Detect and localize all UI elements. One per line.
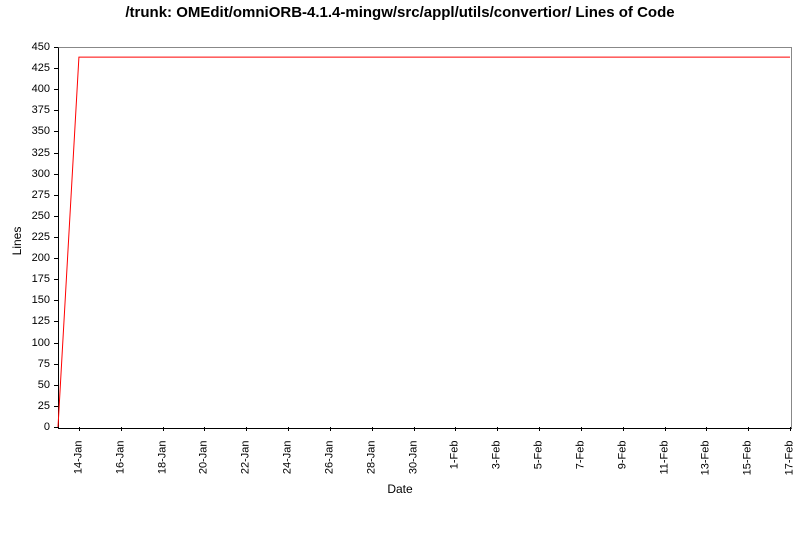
x-tick-mark [706, 427, 707, 431]
y-tick-label: 375 [0, 105, 50, 116]
x-tick-label: 1-Feb [450, 441, 461, 541]
y-tick-label: 125 [0, 316, 50, 327]
y-tick-label: 250 [0, 211, 50, 222]
x-tick-mark [497, 427, 498, 431]
y-tick-label: 300 [0, 169, 50, 180]
y-tick-mark [54, 300, 58, 301]
x-tick-mark [623, 427, 624, 431]
y-tick-label: 175 [0, 274, 50, 285]
x-tick-label: 9-Feb [617, 441, 628, 541]
x-tick-label: 3-Feb [492, 441, 503, 541]
y-tick-mark [54, 89, 58, 90]
x-tick-mark [330, 427, 331, 431]
chart-container: /trunk: OMEdit/omniORB-4.1.4-mingw/src/a… [0, 0, 800, 500]
x-tick-label: 26-Jan [324, 441, 335, 541]
y-tick-label: 225 [0, 232, 50, 243]
y-tick-label: 150 [0, 295, 50, 306]
y-tick-mark [54, 343, 58, 344]
x-tick-mark [539, 427, 540, 431]
x-tick-mark [288, 427, 289, 431]
plot-area [58, 47, 792, 429]
y-tick-mark [54, 258, 58, 259]
y-tick-mark [54, 279, 58, 280]
y-tick-label: 0 [0, 422, 50, 433]
x-tick-label: 5-Feb [534, 441, 545, 541]
y-tick-mark [54, 131, 58, 132]
x-tick-mark [665, 427, 666, 431]
x-tick-label: 13-Feb [701, 441, 712, 541]
x-tick-mark [372, 427, 373, 431]
x-tick-mark [455, 427, 456, 431]
x-tick-label: 24-Jan [283, 441, 294, 541]
y-tick-mark [54, 237, 58, 238]
x-tick-label: 28-Jan [366, 441, 377, 541]
y-tick-label: 200 [0, 253, 50, 264]
y-tick-mark [54, 47, 58, 48]
y-tick-label: 25 [0, 401, 50, 412]
y-tick-label: 275 [0, 190, 50, 201]
y-tick-mark [54, 385, 58, 386]
y-tick-mark [54, 110, 58, 111]
x-tick-mark [581, 427, 582, 431]
x-tick-label: 20-Jan [199, 441, 210, 541]
y-tick-label: 425 [0, 63, 50, 74]
x-tick-mark [246, 427, 247, 431]
x-tick-mark [748, 427, 749, 431]
y-tick-mark [54, 153, 58, 154]
y-tick-mark [54, 406, 58, 407]
x-tick-label: 7-Feb [575, 441, 586, 541]
x-tick-mark [79, 427, 80, 431]
y-tick-label: 75 [0, 359, 50, 370]
chart-title: /trunk: OMEdit/omniORB-4.1.4-mingw/src/a… [0, 4, 800, 23]
y-tick-label: 325 [0, 148, 50, 159]
x-tick-label: 11-Feb [659, 441, 670, 541]
y-tick-mark [54, 68, 58, 69]
y-tick-label: 350 [0, 126, 50, 137]
x-tick-label: 22-Jan [241, 441, 252, 541]
x-tick-mark [414, 427, 415, 431]
y-tick-label: 450 [0, 42, 50, 53]
x-tick-mark [790, 427, 791, 431]
y-tick-label: 50 [0, 380, 50, 391]
x-tick-label: 15-Feb [743, 441, 754, 541]
y-tick-mark [54, 174, 58, 175]
x-tick-label: 30-Jan [408, 441, 419, 541]
x-tick-mark [163, 427, 164, 431]
x-tick-label: 16-Jan [115, 441, 126, 541]
x-tick-label: 14-Jan [73, 441, 84, 541]
x-tick-label: 17-Feb [785, 441, 796, 541]
x-tick-mark [204, 427, 205, 431]
y-tick-mark [54, 216, 58, 217]
y-tick-mark [54, 321, 58, 322]
y-tick-label: 400 [0, 84, 50, 95]
y-tick-mark [54, 427, 58, 428]
x-tick-label: 18-Jan [157, 441, 168, 541]
x-tick-mark [121, 427, 122, 431]
y-tick-mark [54, 195, 58, 196]
y-tick-mark [54, 364, 58, 365]
y-tick-label: 100 [0, 338, 50, 349]
